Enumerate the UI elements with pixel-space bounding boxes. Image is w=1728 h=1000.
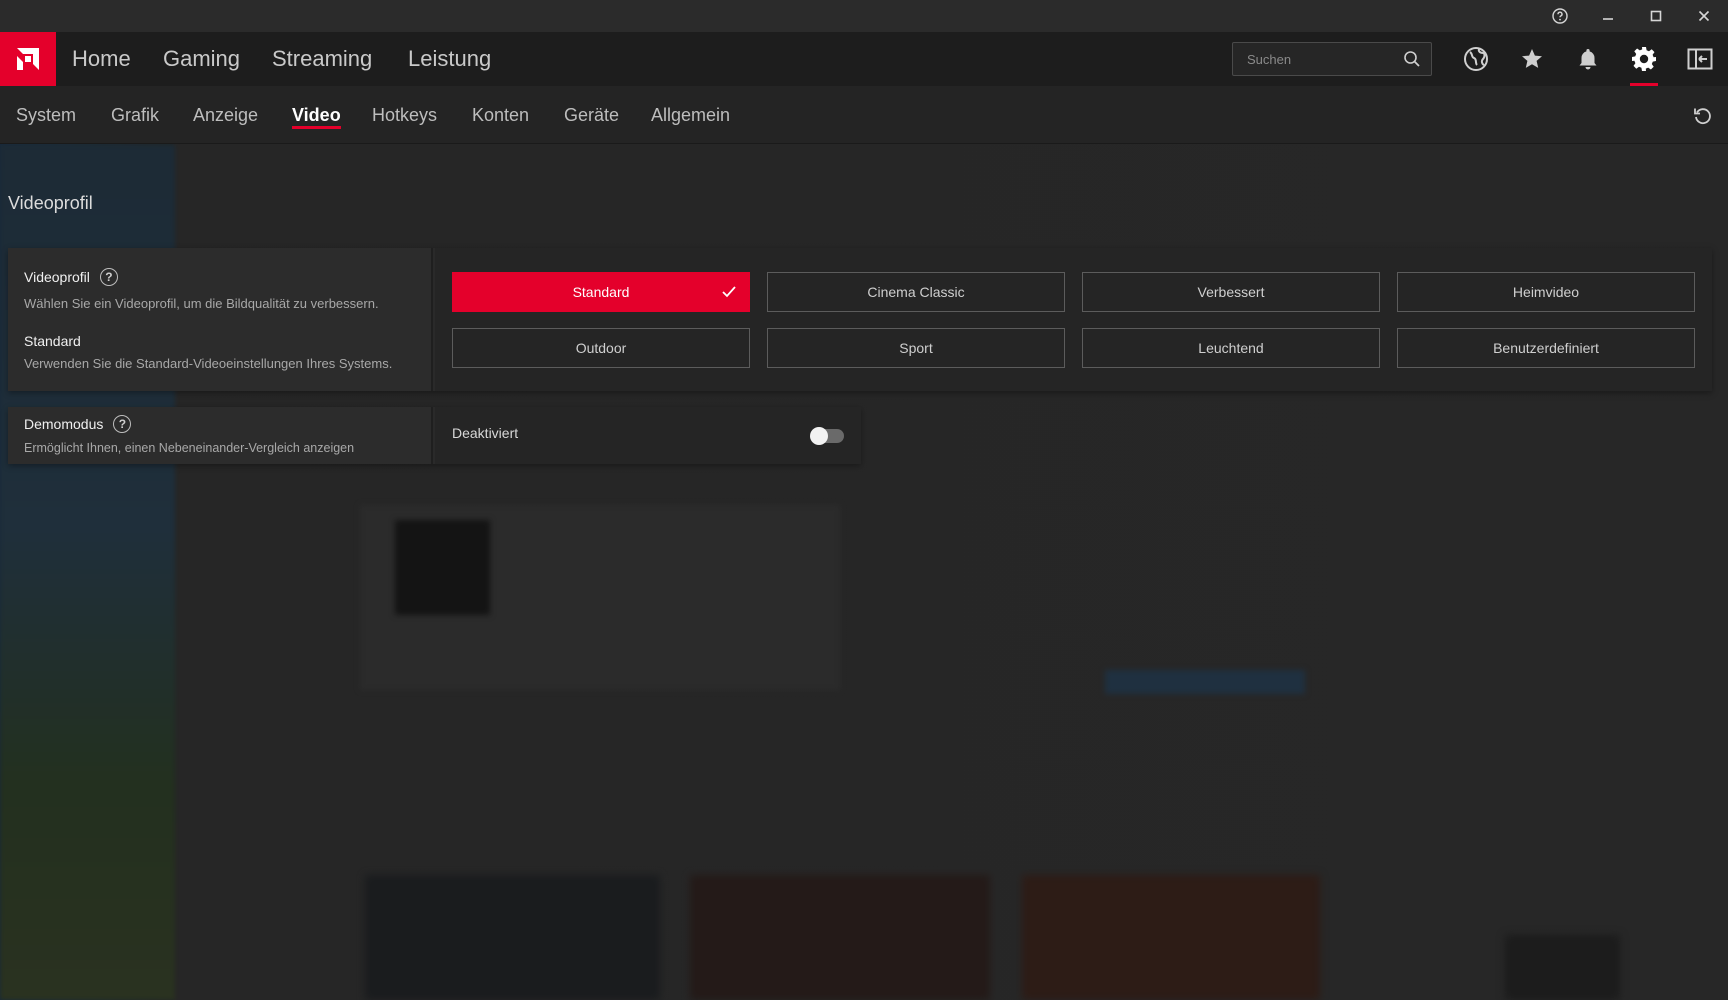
section-title: Videoprofil — [8, 193, 93, 213]
background-thumbnail-1 — [365, 875, 660, 1000]
tab-video[interactable]: Video — [292, 86, 341, 144]
close-icon[interactable] — [1684, 0, 1724, 32]
profile-option-label: Standard — [572, 284, 630, 300]
background-thumbnail-4 — [1505, 935, 1620, 1000]
maximize-icon[interactable] — [1636, 0, 1676, 32]
settings-tabs: System Grafik Anzeige Video Hotkeys Kont… — [0, 86, 1728, 144]
video-profile-title-row: Videoprofil ? — [24, 268, 118, 286]
search-input[interactable] — [1233, 43, 1393, 75]
profile-option-leuchtend[interactable]: Leuchtend — [1082, 328, 1380, 368]
video-profile-card: Videoprofil ? Wählen Sie ein Videoprofil… — [8, 248, 1712, 391]
selected-profile-description: Verwenden Sie die Standard-Videoeinstell… — [24, 356, 393, 371]
reset-icon[interactable] — [1692, 105, 1714, 127]
title-bar — [0, 0, 1728, 32]
nav-gaming[interactable]: Gaming — [163, 32, 240, 86]
bell-icon[interactable] — [1560, 32, 1616, 86]
settings-gear-icon[interactable] — [1616, 32, 1672, 86]
amd-logo[interactable] — [0, 32, 56, 86]
background-button — [1105, 670, 1305, 694]
nav-home[interactable]: Home — [72, 32, 131, 86]
video-profile-options — [435, 248, 1712, 391]
background-thumbnail-2 — [690, 875, 990, 1000]
tab-allgemein[interactable]: Allgemein — [651, 86, 730, 144]
profile-option-sport[interactable]: Sport — [767, 328, 1065, 368]
search-icon[interactable] — [1403, 50, 1421, 72]
demo-mode-info: Demomodus ? Ermöglicht Ihnen, einen Nebe… — [8, 407, 433, 464]
tab-system[interactable]: System — [16, 86, 76, 144]
demo-mode-title: Demomodus — [24, 416, 104, 432]
background-thumbnail-3 — [1022, 875, 1320, 1000]
demo-mode-description: Ermöglicht Ihnen, einen Nebeneinander-Ve… — [24, 441, 355, 455]
sidebar-panel-icon[interactable] — [1672, 32, 1728, 86]
nav-streaming[interactable]: Streaming — [272, 32, 372, 86]
profile-option-heimvideo[interactable]: Heimvideo — [1397, 272, 1695, 312]
main-navigation: Home Gaming Streaming Leistung — [0, 32, 1728, 86]
profile-option-verbessert[interactable]: Verbessert — [1082, 272, 1380, 312]
video-profile-title: Videoprofil — [24, 269, 90, 285]
help-icon[interactable]: ? — [113, 415, 132, 433]
demo-mode-toggle[interactable] — [810, 427, 844, 445]
profile-option-benutzerdefiniert[interactable]: Benutzerdefiniert — [1397, 328, 1695, 368]
tab-anzeige[interactable]: Anzeige — [193, 86, 258, 144]
minimize-icon[interactable] — [1588, 0, 1628, 32]
demo-mode-title-row: Demomodus ? — [24, 415, 132, 433]
demo-mode-control: Deaktiviert — [435, 407, 861, 464]
tab-konten[interactable]: Konten — [472, 86, 529, 144]
background-panel — [360, 505, 840, 690]
help-icon[interactable]: ? — [99, 268, 118, 286]
profile-option-cinema-classic[interactable]: Cinema Classic — [767, 272, 1065, 312]
profile-option-standard[interactable]: Standard — [452, 272, 750, 312]
demo-mode-state-label: Deaktiviert — [452, 425, 519, 441]
tab-hotkeys[interactable]: Hotkeys — [372, 86, 437, 144]
search-box — [1232, 42, 1432, 76]
globe-icon[interactable] — [1448, 32, 1504, 86]
background-blurred-content — [0, 0, 1728, 1000]
toggle-knob — [810, 427, 828, 445]
checkmark-icon — [721, 273, 737, 325]
tab-geraete[interactable]: Geräte — [564, 86, 619, 144]
tab-grafik[interactable]: Grafik — [111, 86, 159, 144]
selected-profile-title: Standard — [24, 333, 81, 349]
demo-mode-card: Demomodus ? Ermöglicht Ihnen, einen Nebe… — [8, 407, 861, 464]
video-profile-description: Wählen Sie ein Videoprofil, um die Bildq… — [24, 296, 379, 311]
help-circle-icon[interactable] — [1540, 0, 1580, 32]
amd-logo-icon — [17, 48, 39, 70]
nav-leistung[interactable]: Leistung — [408, 32, 491, 86]
star-icon[interactable] — [1504, 32, 1560, 86]
profile-option-outdoor[interactable]: Outdoor — [452, 328, 750, 368]
background-cover — [395, 520, 490, 615]
video-profile-info: Videoprofil ? Wählen Sie ein Videoprofil… — [8, 248, 433, 391]
